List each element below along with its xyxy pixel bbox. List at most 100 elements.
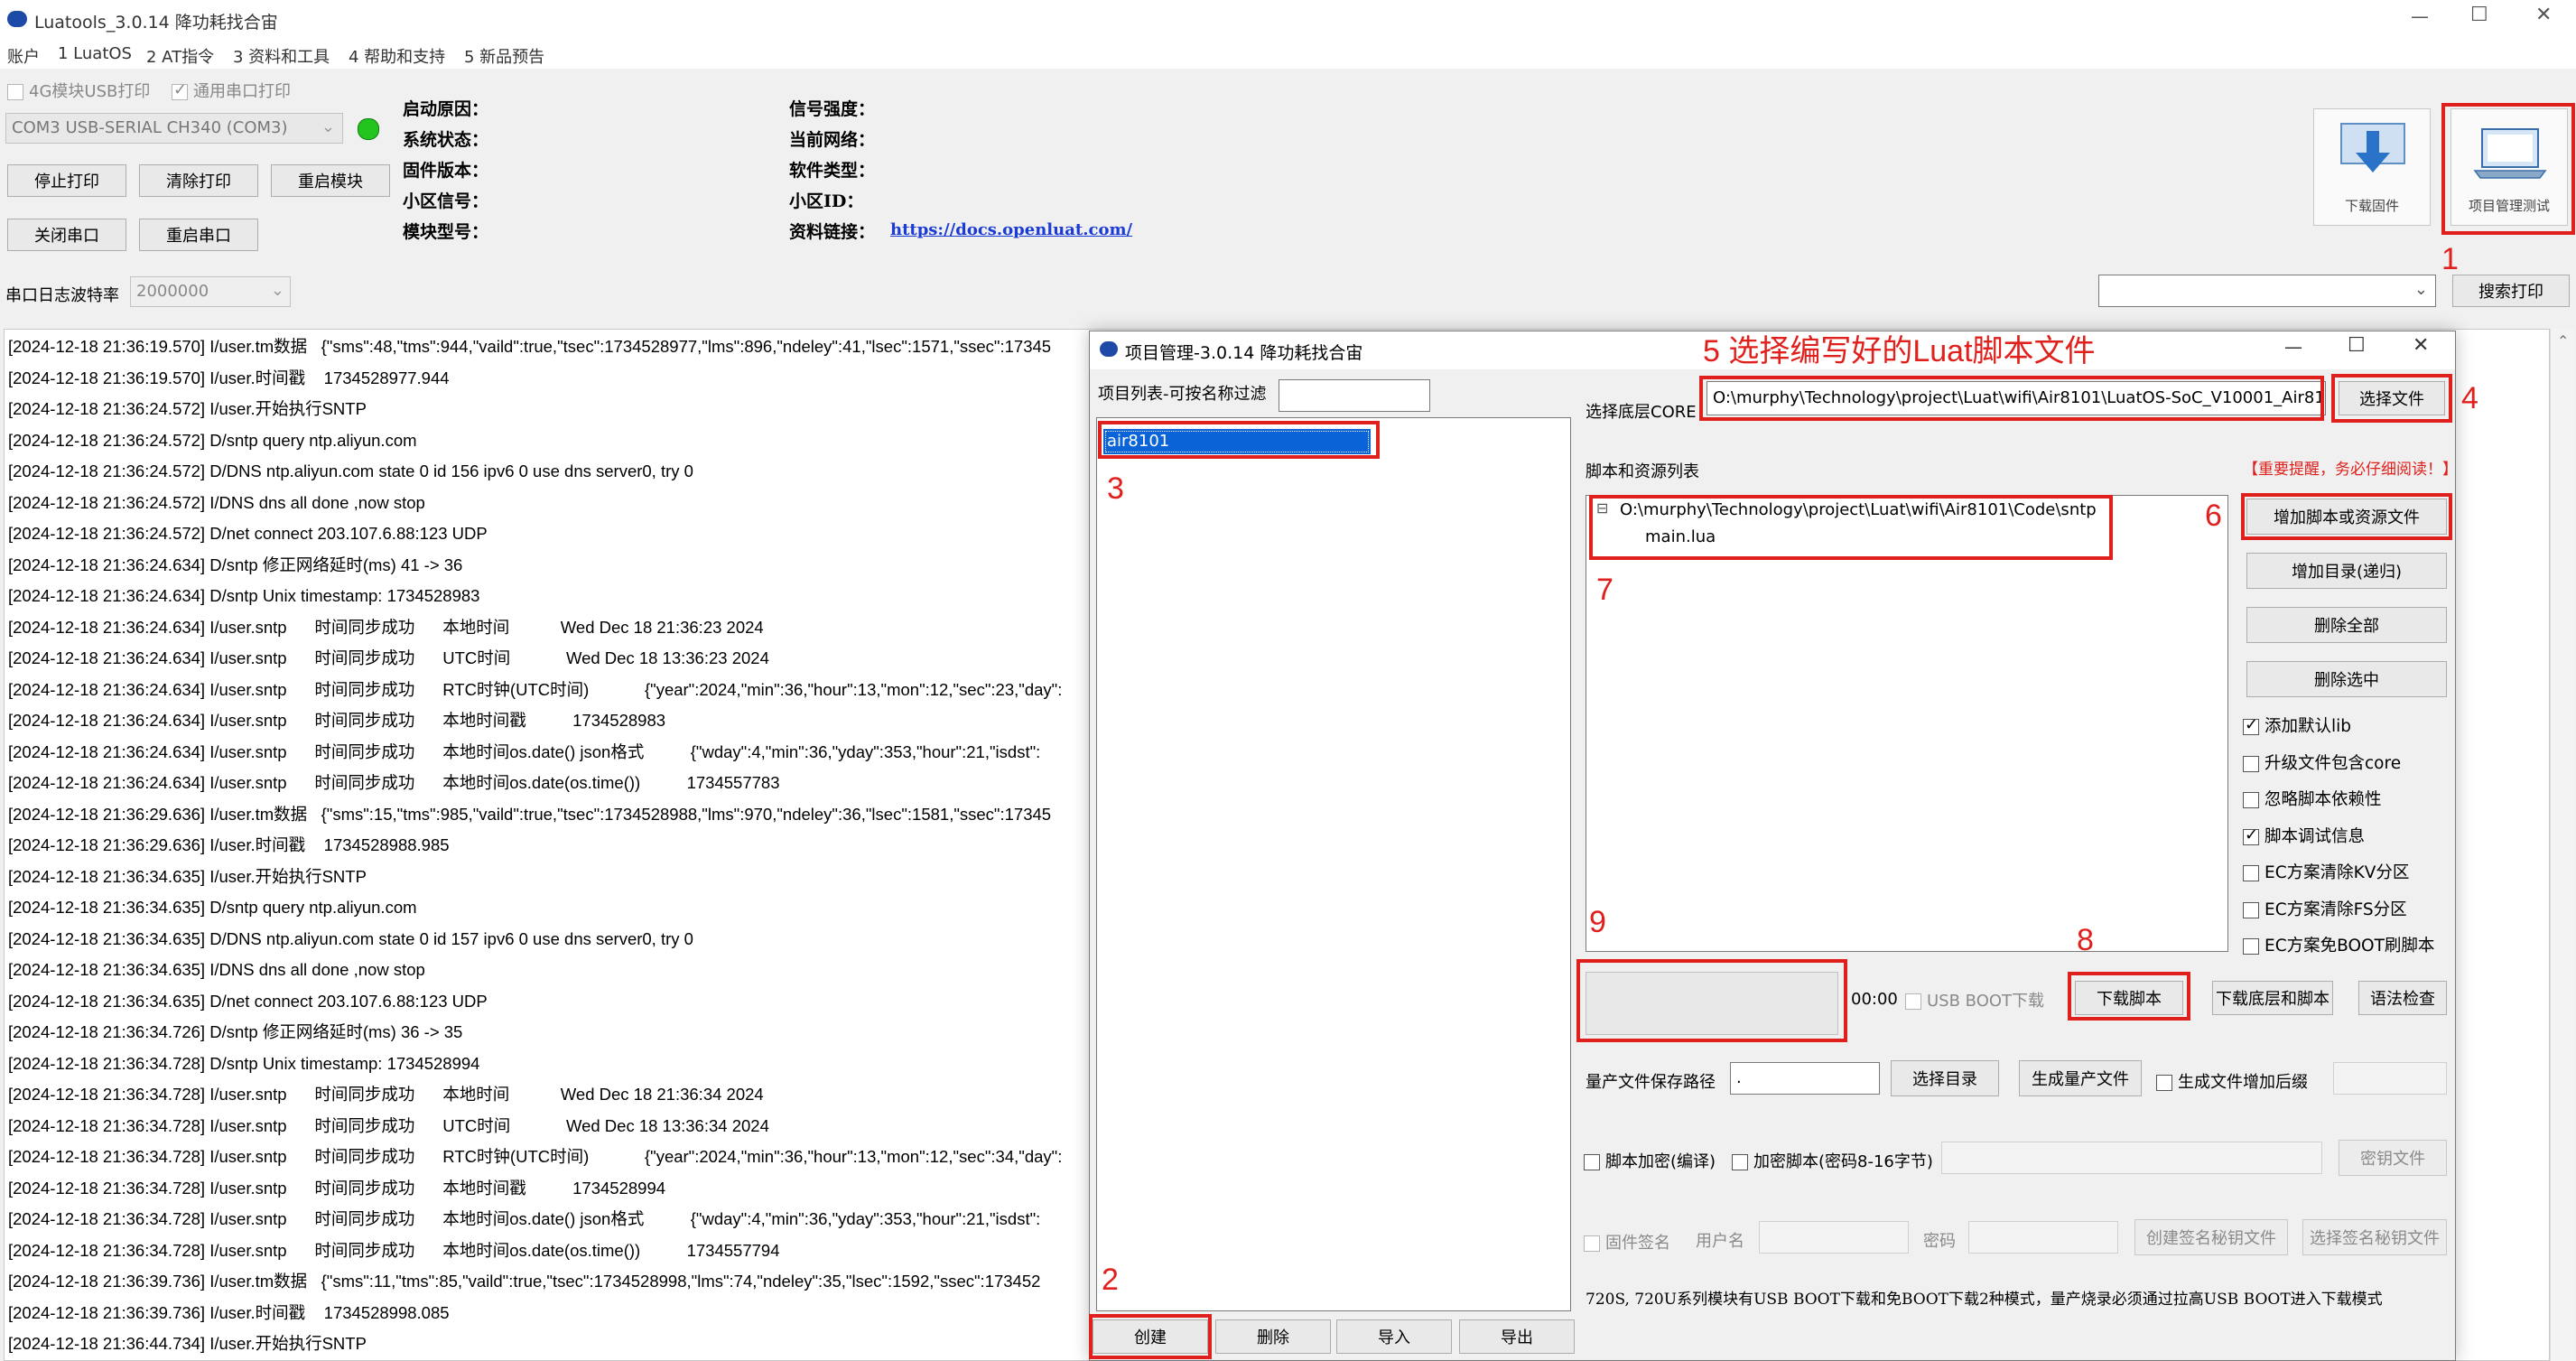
stop-print-button[interactable]: 停止打印 [7,164,126,197]
dialog-logo-icon [1100,341,1118,357]
dialog-maximize-button[interactable]: ☐ [2348,334,2366,357]
dialog-minimize-button[interactable]: — [2284,336,2302,358]
option-checkbox[interactable]: EC方案清除FS分区 [2243,897,2407,920]
maximize-button[interactable]: ☐ [2470,4,2488,26]
password-input[interactable] [1968,1221,2118,1254]
log-line: [2024-12-18 21:36:29.636] I/user.tm数据 {"… [8,804,1052,824]
key-file-button[interactable]: 密钥文件 [2339,1140,2447,1176]
project-test-button[interactable]: 项目管理测试 [2450,108,2568,226]
download-core-script-button[interactable]: 下载底层和脚本 [2212,981,2333,1015]
annotation-5: 5 选择编写好的Luat脚本文件 [1703,334,2096,368]
filter-label: 项目列表-可按名称过滤 [1098,385,1267,404]
main-title-bar [0,0,2576,40]
usb-boot-checkbox[interactable]: USB BOOT下载 [1905,988,2044,1011]
encrypt-compile-checkbox[interactable]: 脚本加密(编译) [1584,1149,1716,1172]
signal-strength-label: 信号强度： [789,99,876,119]
chk-4g-usb-print[interactable]: 4G模块USB打印 [7,79,150,102]
filter-input[interactable] [1279,379,1430,412]
annotation-3: 3 [1107,471,1124,506]
option-checkbox[interactable]: 添加默认lib [2243,713,2351,737]
delete-selected-button[interactable]: 删除选中 [2246,661,2447,697]
chevron-down-icon: ⌄ [270,281,284,300]
delete-all-button[interactable]: 删除全部 [2246,607,2447,643]
download-script-button[interactable]: 下载脚本 [2075,981,2183,1015]
core-path-input[interactable]: O:\murphy\Technology\project\Luat\wifi\A… [1706,381,2326,415]
delete-button[interactable]: 删除 [1215,1319,1331,1354]
tree-file-main[interactable]: main.lua [1645,527,1716,546]
log-line: [2024-12-18 21:36:24.634] I/user.sntp 时间… [8,773,780,792]
choose-file-button[interactable]: 选择文件 [2339,381,2445,415]
doc-link[interactable]: https://docs.openluat.com/ [890,220,1132,239]
log-line: [2024-12-18 21:36:34.728] D/sntp Unix ti… [8,1053,480,1073]
suffix-checkbox[interactable]: 生成文件增加后缀 [2156,1069,2308,1093]
syntax-check-button[interactable]: 语法检查 [2358,981,2447,1015]
import-button[interactable]: 导入 [1336,1319,1452,1354]
gen-mass-file-button[interactable]: 生成量产文件 [2019,1060,2142,1096]
log-line: [2024-12-18 21:36:19.570] I/user.tm数据 {"… [8,337,1052,356]
close-port-button[interactable]: 关闭串口 [7,219,126,251]
add-dir-button[interactable]: 增加目录(递归) [2246,553,2447,589]
menu-item-help[interactable]: 4 帮助和支持 [349,44,445,68]
suffix-input[interactable] [2333,1062,2447,1095]
log-line: [2024-12-18 21:36:24.572] D/net connect … [8,524,488,543]
log-line: [2024-12-18 21:36:34.728] I/user.sntp 时间… [8,1209,1041,1228]
close-button[interactable]: ✕ [2535,4,2552,26]
download-firmware-label: 下载固件 [2344,198,2399,214]
project-list[interactable] [1096,417,1571,1311]
clear-print-button[interactable]: 清除打印 [139,164,258,197]
option-checkbox[interactable]: 脚本调试信息 [2243,824,2365,847]
port-select[interactable]: COM3 USB-SERIAL CH340 (COM3) ⌄ [5,113,343,144]
export-button[interactable]: 导出 [1459,1319,1575,1354]
warning-text[interactable]: 【重要提醒，务必仔细阅读！】 [2243,456,2458,479]
log-line: [2024-12-18 21:36:34.635] I/DNS dns all … [8,960,425,979]
username-label: 用户名 [1696,1232,1744,1251]
script-tree[interactable] [1586,495,2228,952]
option-checkbox[interactable]: EC方案清除KV分区 [2243,860,2409,883]
encrypt-password-input[interactable] [1941,1142,2322,1174]
dialog-close-button[interactable]: ✕ [2413,334,2429,357]
tree-root-path[interactable]: O:\murphy\Technology\project\Luat\wifi\A… [1620,500,2097,519]
menu-item-tools[interactable]: 3 资料和工具 [233,44,330,68]
log-scrollbar[interactable]: ⌃ [2550,329,2575,1361]
restart-port-button[interactable]: 重启串口 [139,219,258,251]
menu-item-luatos[interactable]: 1 LuatOS [58,44,132,63]
log-line: [2024-12-18 21:36:39.736] I/user.时间戳 173… [8,1302,450,1322]
chevron-down-icon: ⌄ [321,117,335,136]
menu-item-new[interactable]: 5 新品预告 [464,44,544,68]
restart-module-button[interactable]: 重启模块 [271,164,390,197]
choose-sign-key-button[interactable]: 选择签名秘钥文件 [2302,1219,2447,1255]
username-input[interactable] [1759,1221,1909,1254]
system-status-label: 系统状态： [403,130,489,150]
menu-item-account[interactable]: 账户 [7,44,40,68]
minimize-button[interactable]: — [2411,5,2429,27]
menu-item-at[interactable]: 2 AT指令 [146,44,214,68]
option-checkbox[interactable]: EC方案免BOOT刷脚本 [2243,933,2434,956]
encrypt-script-checkbox[interactable]: 加密脚本(密码8-16字节) [1732,1149,1933,1172]
baud-select[interactable]: 2000000 ⌄ [130,276,291,307]
password-label: 密码 [1923,1232,1956,1251]
choose-dir-button[interactable]: 选择目录 [1891,1060,1999,1096]
search-print-button[interactable]: 搜索打印 [2452,275,2570,307]
log-line: [2024-12-18 21:36:34.635] D/net connect … [8,991,488,1011]
mass-path-input[interactable]: . [1730,1062,1880,1095]
option-label: 忽略脚本依赖性 [2264,790,2382,809]
cell-id-label: 小区ID： [789,191,864,211]
cell-signal-label: 小区信号： [403,191,489,211]
log-line: [2024-12-18 21:36:24.634] D/sntp Unix ti… [8,586,480,605]
log-line: [2024-12-18 21:36:44.734] I/user.开始执行SNT… [8,1334,367,1353]
create-button[interactable]: 创建 [1093,1319,1208,1354]
checkbox-checked-icon [2243,715,2259,735]
option-checkbox[interactable]: 忽略脚本依赖性 [2243,787,2382,810]
chk-serial-print[interactable]: 通用串口打印 [172,79,291,102]
download-firmware-button[interactable]: 下载固件 [2313,108,2431,226]
option-checkbox[interactable]: 升级文件包含core [2243,750,2401,774]
option-label: 升级文件包含core [2264,753,2402,773]
project-list-item[interactable]: air8101 [1103,429,1371,454]
tree-toggle-icon[interactable]: ⊟ [1596,499,1608,517]
search-print-select[interactable]: ⌄ [2098,275,2436,307]
create-sign-key-button[interactable]: 创建签名秘钥文件 [2134,1219,2288,1255]
scroll-up-icon[interactable]: ⌃ [2557,332,2569,350]
firmware-sign-checkbox[interactable]: 固件签名 [1584,1230,1670,1254]
add-script-button[interactable]: 增加脚本或资源文件 [2246,499,2447,535]
log-lines: [2024-12-18 21:36:19.570] I/user.tm数据 {"… [8,331,1092,1360]
